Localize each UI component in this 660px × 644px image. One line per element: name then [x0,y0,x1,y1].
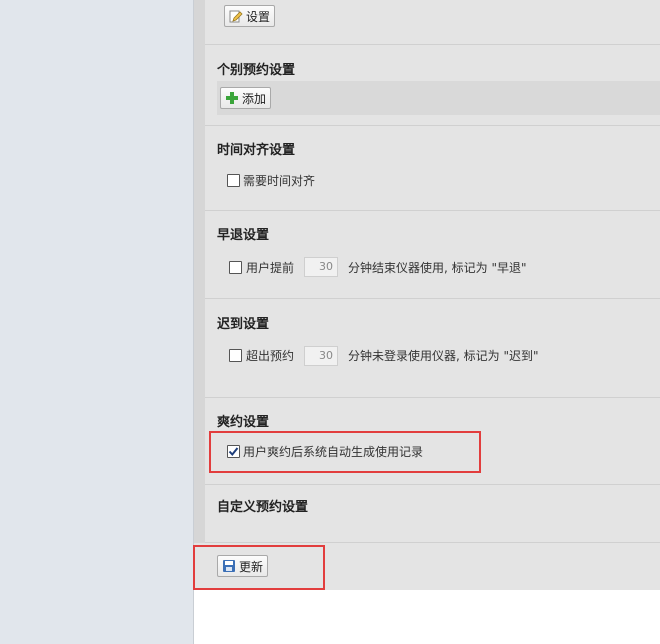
highlight-box-update [193,545,325,590]
edit-icon [229,10,243,23]
section-title-no-show: 爽约设置 [217,415,270,430]
plus-icon [226,92,238,104]
early-leave-minutes-input[interactable]: 30 [304,257,338,277]
late-minutes-input[interactable]: 30 [304,346,338,366]
late-suffix: 分钟未登录使用仪器, 标记为 "迟到" [348,349,539,363]
early-leave-suffix: 分钟结束仪器使用, 标记为 "早退" [348,261,527,275]
section-title-early-leave: 早退设置 [217,228,270,243]
section-divider [205,210,660,211]
early-leave-prefix: 用户提前 [246,261,295,275]
section-divider [205,298,660,299]
section-title-time-align: 时间对齐设置 [217,143,296,158]
section-divider [205,125,660,126]
add-button-label: 添加 [242,91,267,106]
section-divider [205,484,660,485]
section-divider [205,397,660,398]
add-toolbar [217,81,660,115]
highlight-box-no-show [209,431,481,473]
early-leave-checkbox[interactable] [229,261,242,274]
settings-panel-edge [194,0,205,543]
section-divider [205,542,660,543]
left-sidebar-pane [0,0,193,644]
section-divider [205,44,660,45]
time-align-checkbox[interactable] [227,174,240,187]
late-checkbox[interactable] [229,349,242,362]
add-button[interactable]: 添加 [220,87,272,109]
section-title-custom: 自定义预约设置 [217,500,309,515]
time-align-label: 需要时间对齐 [243,174,316,188]
settings-button-label: 设置 [246,9,271,24]
section-title-individual: 个别预约设置 [217,63,296,78]
settings-button[interactable]: 设置 [224,5,276,27]
section-title-late: 迟到设置 [217,317,270,332]
late-prefix: 超出预约 [246,349,295,363]
page-bottom-area [194,590,660,644]
